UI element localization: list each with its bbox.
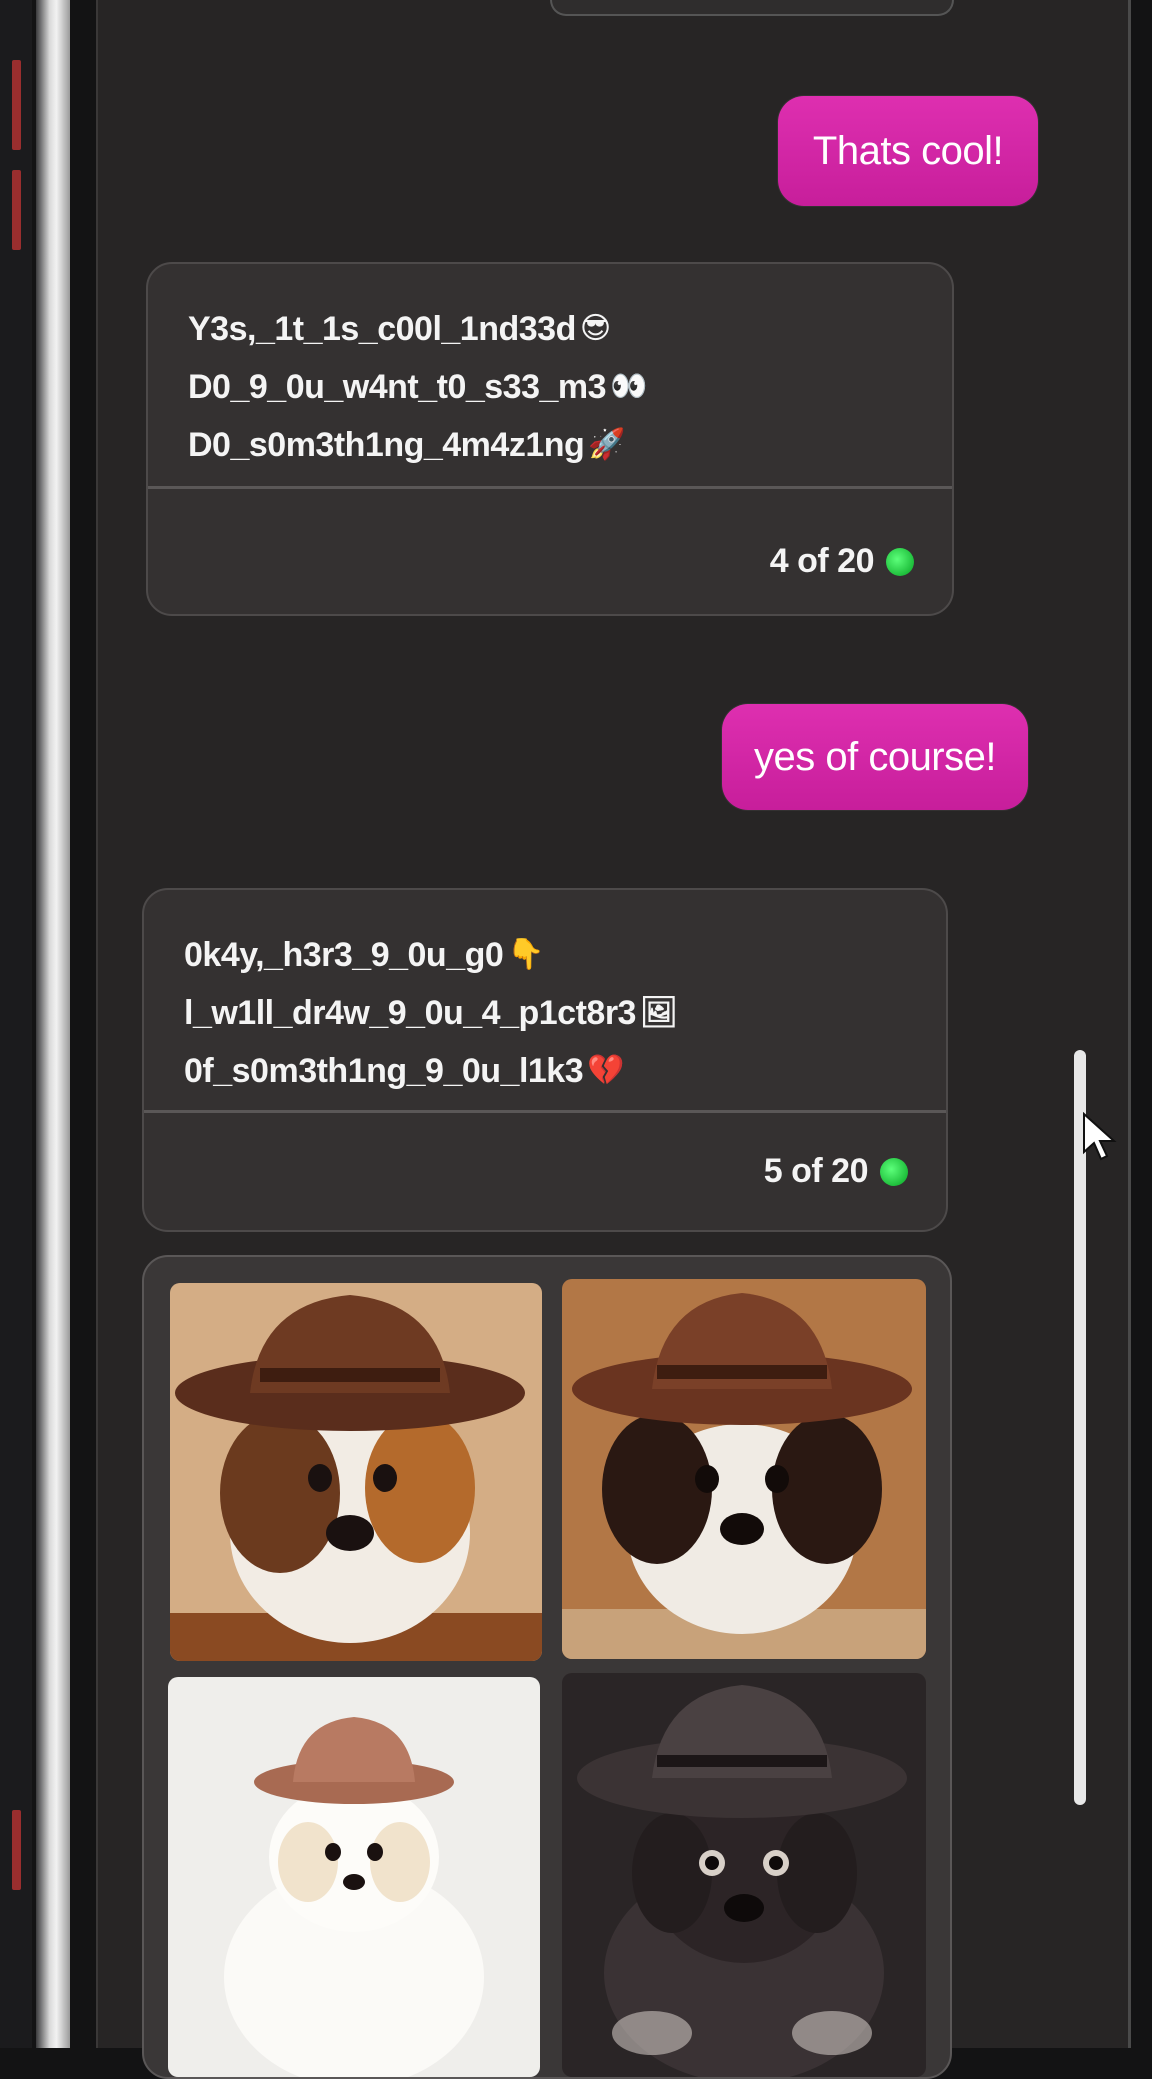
bot-message-line: 0k4y,_h3r3_9_0u_g0 👇 bbox=[184, 926, 906, 984]
window-marker bbox=[12, 1810, 21, 1890]
line-text: D0_s0m3th1ng_4m4z1ng bbox=[188, 426, 585, 464]
window-marker bbox=[12, 60, 21, 150]
scrollbar-thumb[interactable] bbox=[1074, 1050, 1086, 1805]
bot-message-line: 0f_s0m3th1ng_9_0u_l1k3 💔 bbox=[184, 1042, 906, 1100]
counter-text: 4 of 20 bbox=[769, 542, 875, 580]
status-dot-icon bbox=[886, 547, 914, 576]
bot-message-line: l_w1ll_dr4w_9_0u_4_p1ct8r3 🖼 bbox=[184, 984, 906, 1042]
window-frame bbox=[36, 0, 70, 2048]
user-message: yes of course! bbox=[722, 704, 1028, 810]
puppy-image bbox=[170, 1283, 542, 1661]
bot-message: 0k4y,_h3r3_9_0u_g0 👇 l_w1ll_dr4w_9_0u_4_p… bbox=[142, 888, 948, 1232]
generated-image-1[interactable] bbox=[170, 1283, 542, 1661]
bot-message-text: Y3s,_1t_1s_c00l_1nd33d 😎 D0_9_0u_w4nt_t0_… bbox=[148, 264, 952, 474]
bot-message-line: D0_9_0u_w4nt_t0_s33_m3 👀 bbox=[188, 358, 912, 416]
generated-image-4[interactable] bbox=[562, 1673, 926, 2077]
sunglasses-emoji-icon: 😎 bbox=[579, 312, 611, 345]
line-text: 0k4y,_h3r3_9_0u_g0 bbox=[184, 936, 504, 974]
bot-message: Y3s,_1t_1s_c00l_1nd33d 😎 D0_9_0u_w4nt_t0_… bbox=[146, 262, 954, 616]
generated-image-3[interactable] bbox=[168, 1677, 540, 2077]
status-dot-icon bbox=[880, 1157, 908, 1186]
window-marker bbox=[12, 170, 21, 250]
generated-image-2[interactable] bbox=[562, 1279, 926, 1659]
desktop-edge bbox=[0, 0, 32, 2048]
line-text: 0f_s0m3th1ng_9_0u_l1k3 bbox=[184, 1052, 584, 1090]
line-text: D0_9_0u_w4nt_t0_s33_m3 bbox=[188, 368, 607, 406]
counter-text: 5 of 20 bbox=[763, 1152, 869, 1190]
bot-message-text: 0k4y,_h3r3_9_0u_g0 👇 l_w1ll_dr4w_9_0u_4_p… bbox=[144, 890, 946, 1100]
line-text: l_w1ll_dr4w_9_0u_4_p1ct8r3 bbox=[184, 994, 636, 1032]
bot-message-line: D0_s0m3th1ng_4m4z1ng 🚀 bbox=[188, 416, 912, 474]
user-message: Thats cool! bbox=[778, 96, 1038, 206]
message-counter: 4 of 20 bbox=[770, 542, 914, 581]
puppy-image bbox=[562, 1673, 926, 2077]
mouse-cursor-icon bbox=[1083, 1112, 1117, 1161]
puppy-image bbox=[168, 1677, 540, 2077]
line-text: Y3s,_1t_1s_c00l_1nd33d bbox=[188, 310, 576, 348]
rocket-emoji-icon: 🚀 bbox=[588, 428, 626, 461]
generated-images-card bbox=[142, 1255, 952, 2079]
previous-message-bubble bbox=[550, 0, 954, 16]
puppy-image bbox=[562, 1279, 926, 1659]
pointing-down-emoji-icon: 👇 bbox=[507, 938, 545, 971]
message-counter: 5 of 20 bbox=[764, 1152, 908, 1191]
bot-message-line: Y3s,_1t_1s_c00l_1nd33d 😎 bbox=[188, 300, 912, 358]
message-divider bbox=[148, 486, 952, 489]
message-divider bbox=[144, 1110, 946, 1113]
framed-picture-emoji-icon: 🖼 bbox=[639, 996, 678, 1029]
broken-heart-emoji-icon: 💔 bbox=[587, 1054, 624, 1087]
eyes-emoji-icon: 👀 bbox=[610, 370, 647, 403]
